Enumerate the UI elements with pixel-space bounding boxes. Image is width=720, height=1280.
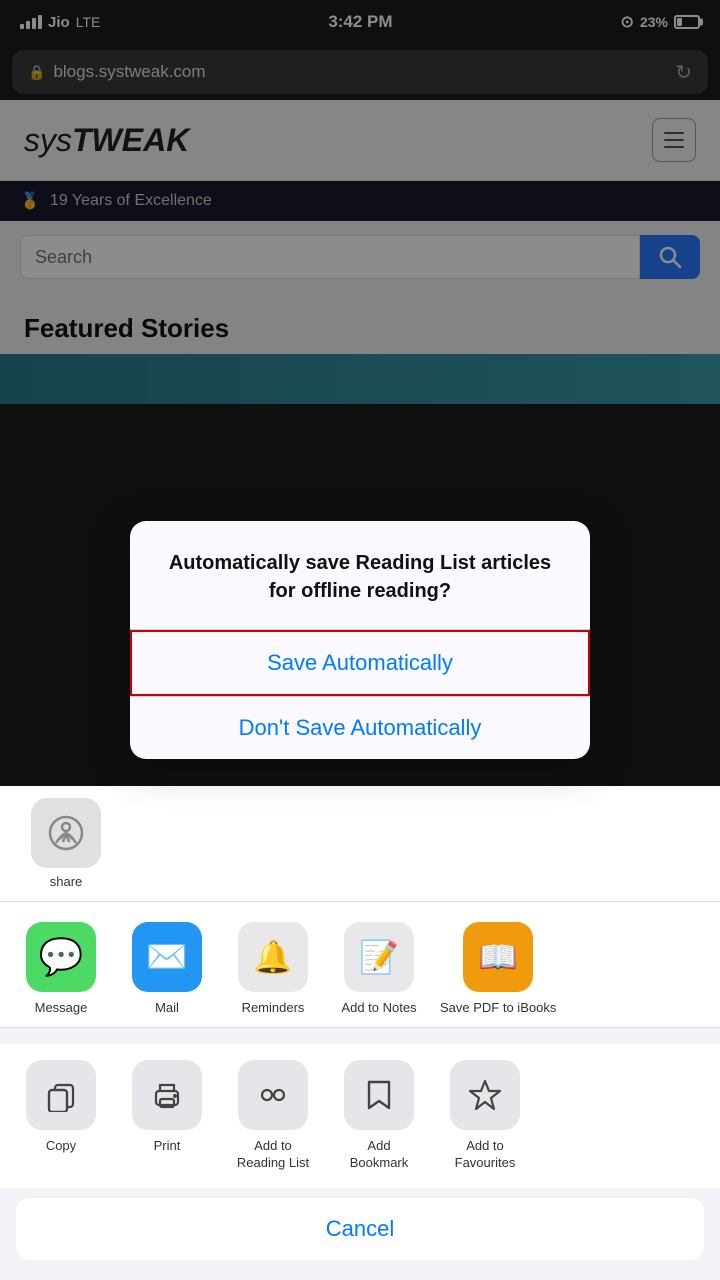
dialog-overlay: Automatically save Reading List articles…	[0, 0, 720, 1280]
dialog-title: Automatically save Reading List articles…	[160, 549, 560, 605]
dialog-body: Automatically save Reading List articles…	[130, 521, 590, 605]
save-automatically-button[interactable]: Save Automatically	[130, 630, 590, 696]
dont-save-automatically-button[interactable]: Don't Save Automatically	[130, 697, 590, 759]
save-dialog: Automatically save Reading List articles…	[130, 521, 590, 759]
